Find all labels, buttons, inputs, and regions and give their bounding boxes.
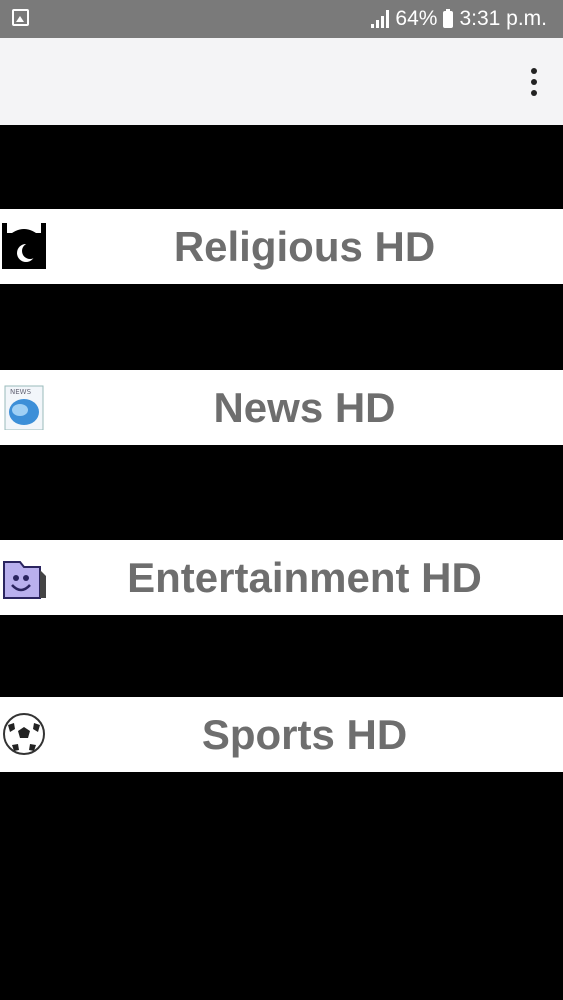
status-right: 64% 3:31 p.m. [371,0,547,38]
category-label: Religious HD [173,223,436,270]
gallery-icon [12,9,29,26]
svg-text:NEWS: NEWS [10,388,32,396]
category-news[interactable]: NEWS News HD [0,370,563,445]
app-bar [0,38,563,125]
category-label: News HD [213,384,396,431]
mosque-icon [2,223,46,269]
category-sports[interactable]: Sports HD [0,697,563,772]
clock: 3:31 p.m. [459,7,547,30]
battery-percent: 64% [395,7,438,30]
category-entertainment[interactable]: Entertainment HD [0,540,563,615]
category-label: Sports HD [201,711,408,758]
signal-icon [371,10,390,28]
smiley-folder-icon [3,561,46,599]
battery-charging-icon [443,8,454,28]
news-icon: NEWS [4,385,44,430]
soccer-ball-icon [3,713,45,755]
category-label: Entertainment HD [127,554,482,601]
more-vert-icon[interactable] [529,68,539,96]
category-religious[interactable]: Religious HD [0,209,563,284]
status-bar: 64% 3:31 p.m. [0,0,563,38]
